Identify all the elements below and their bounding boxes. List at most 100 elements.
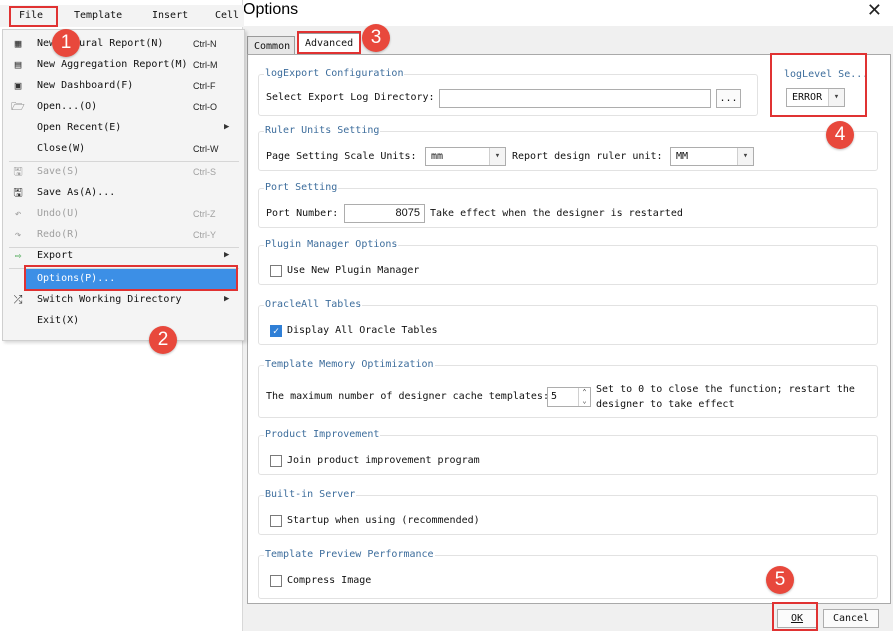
- chevron-down-icon: ▾: [737, 148, 753, 165]
- menu-item-switch-working-directory[interactable]: ⤮ Switch Working Directory ▶: [3, 290, 244, 311]
- menu-item-shortcut: Ctrl-W: [193, 144, 219, 154]
- menu-item-shortcut: Ctrl-F: [193, 81, 216, 91]
- cache-templates-label: The maximum number of designer cache tem…: [266, 391, 549, 402]
- compress-image-checkbox[interactable]: [270, 575, 282, 587]
- port-note: Take effect when the designer is restart…: [430, 208, 683, 219]
- submenu-arrow-icon: ▶: [224, 250, 230, 260]
- menu-item-exit[interactable]: Exit(X): [3, 311, 244, 332]
- step-badge-3: 3: [362, 24, 390, 52]
- cancel-button[interactable]: Cancel: [823, 609, 879, 628]
- port-section: Port Setting Port Number: 8075 Take effe…: [258, 182, 878, 228]
- cache-templates-stepper[interactable]: 5 ⌃ ⌄: [547, 387, 591, 407]
- oracle-checkbox[interactable]: ✓: [270, 325, 282, 337]
- menu-item-shortcut: Ctrl-O: [193, 102, 217, 112]
- menu-item-label: Open Recent(E): [37, 122, 122, 133]
- browse-button[interactable]: ...: [716, 89, 741, 108]
- section-header: OracleAll Tables: [264, 299, 363, 310]
- product-improvement-checkbox[interactable]: [270, 455, 282, 467]
- chevron-down-icon[interactable]: ⌄: [578, 397, 590, 406]
- plugin-label: Use New Plugin Manager: [287, 265, 420, 276]
- menu-item-new-aggregation-report[interactable]: ▤ New Aggregation Report(M) Ctrl-M: [3, 55, 244, 76]
- export-log-dir-input[interactable]: [439, 89, 711, 108]
- menu-item-new-dashboard[interactable]: ▣ New Dashboard(F) Ctrl-F: [3, 76, 244, 97]
- server-checkbox[interactable]: [270, 515, 282, 527]
- menu-item-export[interactable]: ⇨ Export ▶: [3, 246, 244, 267]
- annotation-box-file: [9, 6, 58, 27]
- chevron-up-icon[interactable]: ⌃: [578, 388, 590, 397]
- advanced-panel: logExport Configuration Select Export Lo…: [247, 54, 891, 604]
- menu-item-shortcut: Ctrl-N: [193, 39, 217, 49]
- menu-item-label: Export: [37, 250, 74, 261]
- section-header: Template Preview Performance: [264, 549, 435, 560]
- submenu-arrow-icon: ▶: [224, 122, 230, 132]
- menu-item-label: Switch Working Directory: [37, 294, 182, 305]
- menu-item-label: New Dashboard(F): [37, 80, 134, 91]
- design-ruler-value: MM: [676, 151, 689, 162]
- menu-item-undo[interactable]: ↶ Undo(U) Ctrl-Z: [3, 204, 244, 225]
- switch-icon: ⤮: [13, 293, 23, 306]
- menu-item-open-recent[interactable]: Open Recent(E) ▶: [3, 118, 244, 139]
- menu-template[interactable]: Template: [74, 10, 122, 21]
- product-improvement-section: Product Improvement Join product improve…: [258, 429, 878, 475]
- menu-item-label: Save As(A)...: [37, 187, 116, 198]
- annotation-box-advanced: [297, 31, 361, 54]
- port-label: Port Number:: [266, 208, 339, 219]
- plugin-checkbox[interactable]: [270, 265, 282, 277]
- section-header: logExport Configuration: [264, 68, 405, 79]
- export-log-dir-label: Select Export Log Directory:: [266, 92, 435, 103]
- page-scale-select[interactable]: mm ▾: [425, 147, 506, 166]
- step-badge-5: 5: [766, 566, 794, 594]
- oracle-section: OracleAll Tables ✓ Display All Oracle Ta…: [258, 299, 878, 345]
- design-ruler-select[interactable]: MM ▾: [670, 147, 754, 166]
- dialog-titlebar: Options ✕: [243, 0, 893, 26]
- annotation-box-loglevel: [770, 53, 867, 117]
- menu-item-label: Open...(O): [37, 101, 98, 112]
- cache-note-line1: Set to 0 to close the function; restart …: [596, 384, 855, 395]
- menu-cell[interactable]: Cell: [215, 10, 239, 21]
- ruler-section: Ruler Units Setting Page Setting Scale U…: [258, 125, 878, 171]
- tab-common[interactable]: Common: [247, 36, 295, 55]
- menu-insert[interactable]: Insert: [152, 10, 188, 21]
- page-scale-label: Page Setting Scale Units:: [266, 151, 417, 162]
- menu-item-label: New Aggregation Report(M): [37, 59, 188, 70]
- menu-item-label: Close(W): [37, 143, 86, 154]
- section-header: Built-in Server: [264, 489, 357, 500]
- page-scale-value: mm: [431, 151, 444, 162]
- menu-item-new-report[interactable]: ▦ New Cptural Report(N) Ctrl-N: [3, 34, 244, 55]
- step-badge-4: 4: [826, 121, 854, 149]
- design-ruler-label: Report design ruler unit:: [512, 151, 663, 162]
- menu-item-redo[interactable]: ↷ Redo(R) Ctrl-Y: [3, 225, 244, 246]
- dashboard-icon: ▣: [14, 79, 22, 92]
- menu-item-save-as[interactable]: 🖫 Save As(A)...: [3, 183, 244, 204]
- section-header: Port Setting: [264, 182, 339, 193]
- aggregation-report-icon: ▤: [14, 58, 22, 71]
- cache-templates-value: 5: [551, 391, 558, 402]
- step-badge-1: 1: [52, 29, 80, 57]
- menu-item-close[interactable]: Close(W) Ctrl-W: [3, 139, 244, 160]
- section-header: Template Memory Optimization: [264, 359, 435, 370]
- dialog-title: Options: [243, 1, 299, 18]
- built-in-server-section: Built-in Server Startup when using (reco…: [258, 489, 878, 535]
- section-header: Plugin Manager Options: [264, 239, 399, 250]
- undo-icon: ↶: [14, 207, 22, 220]
- chevron-down-icon: ▾: [489, 148, 505, 165]
- menu-item-shortcut: Ctrl-M: [193, 60, 218, 70]
- file-menu: ▦ New Cptural Report(N) Ctrl-N ▤ New Agg…: [2, 29, 245, 341]
- plugin-section: Plugin Manager Options Use New Plugin Ma…: [258, 239, 878, 285]
- step-badge-2: 2: [149, 326, 177, 354]
- server-label: Startup when using (recommended): [287, 515, 480, 526]
- submenu-arrow-icon: ▶: [224, 294, 230, 304]
- port-input[interactable]: 8075: [344, 204, 425, 223]
- menu-item-label: Save(S): [37, 166, 80, 177]
- menu-item-open[interactable]: 🗁 Open...(O) Ctrl-O: [3, 97, 244, 118]
- folder-open-icon: 🗁: [11, 100, 25, 113]
- close-icon[interactable]: ✕: [867, 0, 882, 21]
- save-as-icon: 🖫: [13, 186, 23, 199]
- redo-icon: ↷: [14, 228, 22, 241]
- log-export-section: logExport Configuration Select Export Lo…: [258, 68, 758, 116]
- save-icon: 🖫: [13, 165, 23, 178]
- menu-item-shortcut: Ctrl-S: [193, 167, 216, 177]
- cache-note-line2: designer to take effect: [596, 399, 735, 410]
- menu-item-save[interactable]: 🖫 Save(S) Ctrl-S: [3, 162, 244, 183]
- oracle-label: Display All Oracle Tables: [287, 325, 438, 336]
